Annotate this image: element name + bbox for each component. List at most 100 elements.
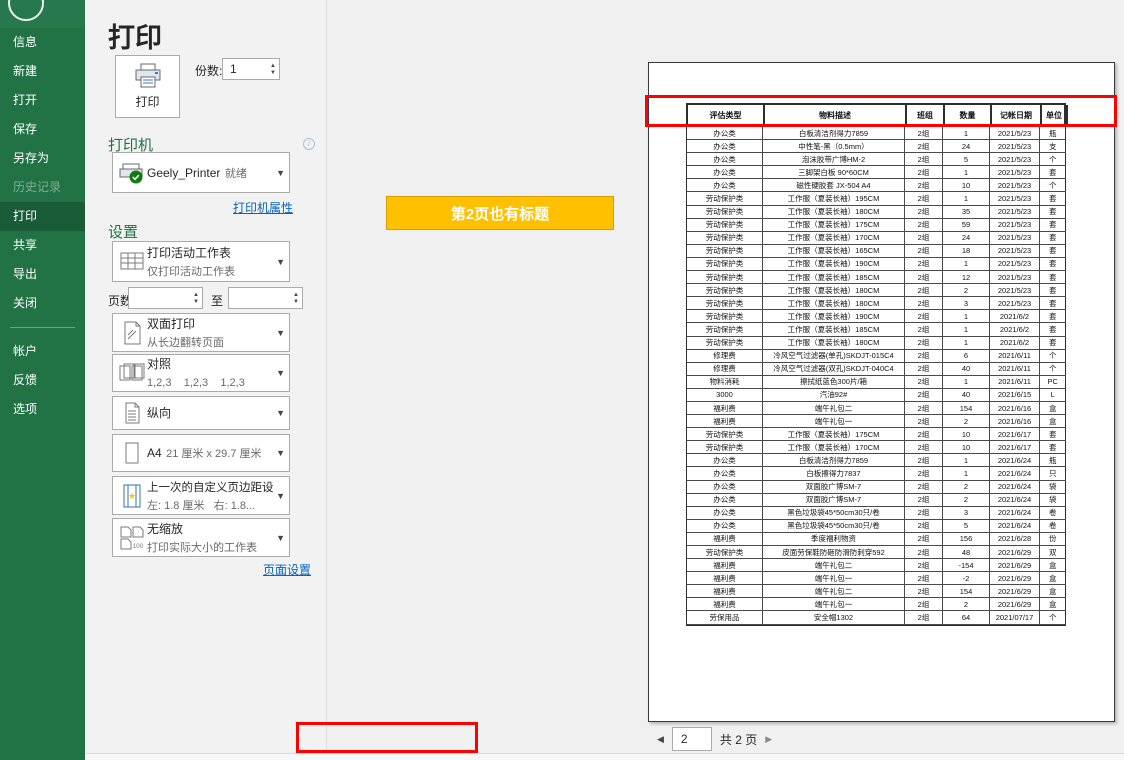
cell-posting-date: 2021/5/23 bbox=[990, 140, 1040, 153]
table-row: 办公类 磁性硬胶套 JX-504 A4 2组 10 2021/5/23 个 bbox=[687, 179, 1065, 192]
cell-material-desc: 三脚架白板 90*60CM bbox=[763, 166, 905, 179]
sidebar-item-label: 新建 bbox=[13, 64, 37, 78]
sidebar-item[interactable]: 共享 bbox=[0, 231, 85, 260]
sidebar-nav-bottom: 帐户 反馈 选项 bbox=[0, 337, 85, 424]
cell-team: 2组 bbox=[905, 494, 943, 507]
cell-material-desc: 双面胶广博SM-7 bbox=[763, 494, 905, 507]
back-arrow-icon[interactable] bbox=[8, 0, 44, 21]
cell-unit: 盒 bbox=[1040, 598, 1066, 611]
next-page-icon[interactable]: ▶ bbox=[765, 734, 772, 745]
sidebar-item[interactable]: 另存为 bbox=[0, 144, 85, 173]
spin-down-icon[interactable]: ▼ bbox=[270, 70, 276, 76]
pages-from-input[interactable]: ▲▼ bbox=[128, 287, 203, 309]
svg-text:100: 100 bbox=[133, 543, 144, 550]
sidebar-item[interactable]: 信息 bbox=[0, 28, 85, 57]
sidebar-item[interactable]: 反馈 bbox=[0, 366, 85, 395]
paper-size-select[interactable]: A4 21 厘米 x 29.7 厘米 ▼ bbox=[112, 434, 290, 472]
print-button-label: 打印 bbox=[135, 93, 159, 110]
spin-up-icon[interactable]: ▲ bbox=[270, 63, 276, 69]
cell-unit: 个 bbox=[1040, 350, 1066, 363]
cell-eval-type: 办公类 bbox=[687, 166, 763, 179]
cell-quantity: 3 bbox=[943, 297, 990, 310]
printer-select[interactable]: Geely_Printer 就绪 ▼ bbox=[112, 152, 290, 193]
sidebar-item[interactable]: 打开 bbox=[0, 86, 85, 115]
cell-quantity: 6 bbox=[943, 350, 990, 363]
cell-material-desc: 端午礼包二 bbox=[763, 402, 905, 415]
copies-spinner[interactable]: ▲▼ bbox=[270, 59, 276, 79]
cell-team: 2组 bbox=[905, 572, 943, 585]
cell-eval-type: 福利费 bbox=[687, 598, 763, 611]
cell-material-desc: 季度福利物资 bbox=[763, 533, 905, 546]
cell-team: 2组 bbox=[905, 585, 943, 598]
cell-quantity: 5 bbox=[943, 520, 990, 533]
pages-to-spinner[interactable]: ▲▼ bbox=[293, 288, 299, 308]
cell-eval-type: 劳动保护类 bbox=[687, 232, 763, 245]
cell-eval-type: 劳动保护类 bbox=[687, 219, 763, 232]
cell-team: 2组 bbox=[905, 441, 943, 454]
cell-eval-type: 劳动保护类 bbox=[687, 428, 763, 441]
page-setup-link[interactable]: 页面设置 bbox=[263, 561, 311, 578]
table-row: 劳动保护类 工作服（夏装长袖）170CM 2组 10 2021/6/17 套 bbox=[687, 441, 1065, 454]
cell-unit: 只 bbox=[1040, 467, 1066, 480]
table-row: 办公类 黑色垃圾袋45*50cm30只/卷 2组 3 2021/6/24 卷 bbox=[687, 507, 1065, 520]
cell-team: 2组 bbox=[905, 415, 943, 428]
cell-material-desc: 工作服（夏装长袖）170CM bbox=[763, 232, 905, 245]
sidebar-item[interactable]: 选项 bbox=[0, 395, 85, 424]
info-icon[interactable]: i bbox=[303, 138, 315, 150]
printer-properties-link[interactable]: 打印机属性 bbox=[233, 199, 293, 216]
cell-unit: 卷 bbox=[1040, 520, 1066, 533]
orientation-select[interactable]: 纵向 ▼ bbox=[112, 396, 290, 430]
cell-material-desc: 工作服（夏装长袖）180CM bbox=[763, 297, 905, 310]
cell-unit: 双 bbox=[1040, 546, 1066, 559]
cell-material-desc: 工作服（夏装长袖）170CM bbox=[763, 441, 905, 454]
copies-label: 份数: bbox=[195, 62, 222, 79]
pages-from-spinner[interactable]: ▲▼ bbox=[193, 288, 199, 308]
spin-down-icon[interactable]: ▼ bbox=[193, 299, 199, 305]
sidebar-item[interactable]: 帐户 bbox=[0, 337, 85, 366]
table-row: 办公类 白板清洁剂得力7859 2组 1 2021/6/24 瓶 bbox=[687, 454, 1065, 467]
cell-eval-type: 办公类 bbox=[687, 467, 763, 480]
cell-eval-type: 劳动保护类 bbox=[687, 206, 763, 219]
duplex-icon bbox=[117, 321, 147, 345]
cell-material-desc: 端午礼包一 bbox=[763, 415, 905, 428]
cell-unit: 套 bbox=[1040, 192, 1066, 205]
cell-material-desc: 工作服（夏装长袖）190CM bbox=[763, 258, 905, 271]
margins-select[interactable]: ★ 上一次的自定义页边距设置 左: 1.8 厘米 右: 1.8... ▼ bbox=[112, 476, 290, 515]
cell-team: 2组 bbox=[905, 467, 943, 480]
previous-page-icon[interactable]: ◀ bbox=[657, 734, 664, 745]
setting-title: 上一次的自定义页边距设置 bbox=[147, 482, 273, 494]
spin-up-icon[interactable]: ▲ bbox=[293, 292, 299, 298]
cell-quantity: 1 bbox=[943, 467, 990, 480]
scaling-select[interactable]: 100 无缩放 打印实际大小的工作表 ▼ bbox=[112, 518, 290, 557]
cell-team: 2组 bbox=[905, 297, 943, 310]
sidebar-item[interactable]: 打印 bbox=[0, 202, 85, 231]
sidebar-item[interactable]: 保存 bbox=[0, 115, 85, 144]
cell-team: 2组 bbox=[905, 127, 943, 140]
cell-posting-date: 2021/6/2 bbox=[990, 323, 1040, 336]
spin-down-icon[interactable]: ▼ bbox=[293, 299, 299, 305]
sidebar-item[interactable]: 导出 bbox=[0, 260, 85, 289]
chevron-down-icon: ▼ bbox=[273, 491, 285, 501]
sidebar-item[interactable]: 关闭 bbox=[0, 289, 85, 318]
cell-quantity: 2 bbox=[943, 284, 990, 297]
print-what-select[interactable]: 打印活动工作表 仅打印活动工作表 ▼ bbox=[112, 241, 290, 282]
current-page-input[interactable]: 2 bbox=[672, 727, 712, 751]
collation-select[interactable]: 对照 1,2,3 1,2,3 1,2,3 ▼ bbox=[112, 354, 290, 392]
cell-unit: 套 bbox=[1040, 232, 1066, 245]
setting-subtitle: 1,2,3 1,2,3 1,2,3 bbox=[147, 377, 245, 389]
duplex-select[interactable]: 双面打印 从长边翻转页面 ▼ bbox=[112, 313, 290, 352]
copies-input[interactable]: 1 ▲▼ bbox=[222, 58, 280, 80]
sidebar-item[interactable]: 新建 bbox=[0, 57, 85, 86]
spin-up-icon[interactable]: ▲ bbox=[193, 292, 199, 298]
cell-eval-type: 福利费 bbox=[687, 415, 763, 428]
cell-posting-date: 2021/5/23 bbox=[990, 192, 1040, 205]
pages-to-input[interactable]: ▲▼ bbox=[228, 287, 303, 309]
printer-status-icon bbox=[117, 161, 147, 185]
cell-unit: 套 bbox=[1040, 337, 1066, 350]
print-button[interactable]: 打印 bbox=[115, 55, 180, 118]
cell-quantity: 24 bbox=[943, 232, 990, 245]
printer-icon bbox=[133, 63, 163, 89]
cell-material-desc: 工作服（夏装长袖）185CM bbox=[763, 271, 905, 284]
cell-team: 2组 bbox=[905, 481, 943, 494]
cell-eval-type: 福利费 bbox=[687, 572, 763, 585]
